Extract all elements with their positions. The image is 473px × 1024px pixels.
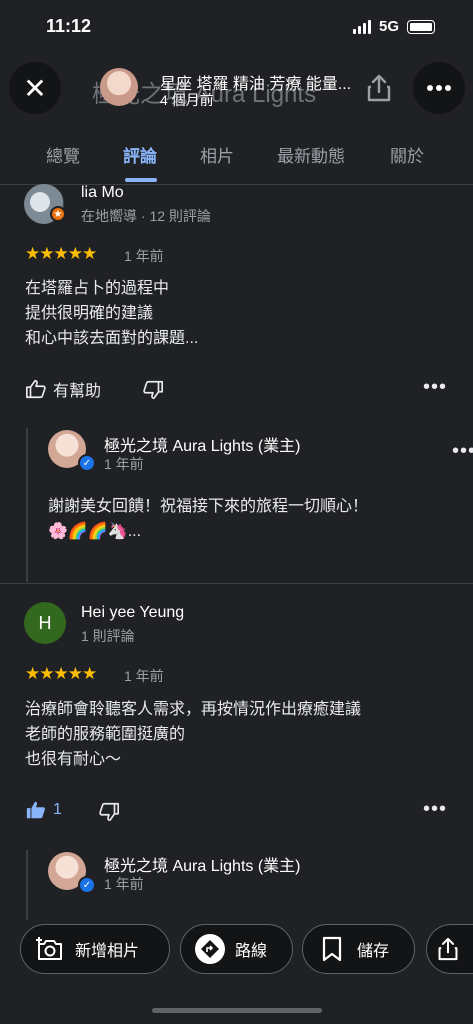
verified-check-icon: ✓ <box>78 876 96 894</box>
thumbs-down-icon[interactable] <box>98 801 120 823</box>
owner-reply-time: 1 年前 <box>104 876 144 892</box>
place-header: 極光之境 Aura Lights ✕ 星座 塔羅 精油 芳療 能量... 4 個… <box>0 56 473 120</box>
more-options-button[interactable] <box>413 62 465 114</box>
review-card: ★ lia Mo 在地嚮導 · 12 則評論 ★★★★★ 1 年前 在塔羅占卜的… <box>0 184 473 582</box>
helpful-label: 有幫助 <box>53 383 102 400</box>
add-photo-label: 新增相片 <box>75 943 140 960</box>
thumbs-up-filled-icon <box>26 801 45 819</box>
tab-photos[interactable]: 相片 <box>200 142 234 167</box>
review-line: 老師的服務範圍挺廣的 <box>25 726 186 743</box>
network-label: 5G <box>378 18 399 35</box>
review-line: 也很有耐心～ <box>25 751 122 768</box>
add-photo-button[interactable]: 新增相片 <box>20 924 170 974</box>
review-more-icon[interactable]: ••• <box>423 798 447 821</box>
tab-overview[interactable]: 總覽 <box>46 142 80 167</box>
reviewer-avatar[interactable]: H <box>24 602 66 644</box>
owner-reply-text[interactable]: 謝謝美女回饋！祝福接下來的旅程一切順心！ 🌸🌈🌈🦄... <box>48 494 368 544</box>
review-card: H Hei yee Yeung 1 則評論 ★★★★★ 1 年前 治療師會聆聽客… <box>0 600 473 920</box>
local-guide-badge-icon: ★ <box>50 206 66 222</box>
action-bar: 新增相片 路線 儲存 <box>0 920 473 980</box>
bookmark-icon <box>317 934 347 964</box>
helpful-count: 1 <box>53 801 62 818</box>
review-text[interactable]: 治療師會聆聽客人需求，再按情況作出療癒建議 老師的服務範圍挺廣的 也很有耐心～ <box>25 697 361 772</box>
place-avatar <box>100 68 138 106</box>
share-button[interactable] <box>426 924 473 974</box>
review-divider <box>0 583 473 584</box>
status-bar: 11:12 5G <box>0 0 473 56</box>
tab-updates[interactable]: 最新動態 <box>277 142 345 167</box>
review-line: 在塔羅占卜的過程中 <box>25 280 170 297</box>
star-rating: ★★★★★ <box>25 664 97 683</box>
directions-button[interactable]: 路線 <box>180 924 293 974</box>
reviewer-name[interactable]: lia Mo <box>81 184 124 202</box>
helpful-button[interactable]: 有幫助 <box>25 377 101 401</box>
more-horizontal-icon <box>427 85 451 91</box>
review-line: 提供很明確的建議 <box>25 305 154 322</box>
thumbs-up-icon <box>26 379 46 399</box>
thumbs-down-icon[interactable] <box>142 379 164 401</box>
camera-plus-icon <box>35 934 65 964</box>
tab-bar: 總覽 評論 相片 最新動態 關於 <box>0 120 473 185</box>
helpful-button[interactable]: 1 <box>25 799 62 821</box>
star-rating: ★★★★★ <box>25 244 97 263</box>
reply-line: 謝謝美女回饋！祝福接下來的旅程一切順心！ <box>48 498 369 515</box>
owner-name: 極光之境 Aura Lights (業主) <box>104 858 301 875</box>
tab-reviews[interactable]: 評論 <box>123 142 157 167</box>
home-indicator <box>152 1008 322 1013</box>
battery-icon <box>407 19 435 34</box>
status-icons: 5G <box>352 18 435 35</box>
review-time: 1 年前 <box>124 248 164 264</box>
reviewer-meta: 在地嚮導 · 12 則評論 <box>81 208 211 224</box>
signal-icon <box>352 19 371 34</box>
tab-about[interactable]: 關於 <box>390 142 424 167</box>
reply-line: 🌸🌈🌈🦄... <box>48 523 142 540</box>
review-line: 和心中該去面對的課題... <box>25 330 199 347</box>
review-line: 治療師會聆聽客人需求，再按情況作出療癒建議 <box>25 701 362 718</box>
review-text[interactable]: 在塔羅占卜的過程中 提供很明確的建議 和心中該去面對的課題... <box>25 276 198 351</box>
reviewer-name[interactable]: Hei yee Yeung <box>81 604 184 622</box>
review-time: 1 年前 <box>124 668 164 684</box>
save-label: 儲存 <box>357 943 390 960</box>
close-icon: ✕ <box>23 72 47 104</box>
reply-more-icon[interactable]: ••• <box>452 440 473 463</box>
directions-icon <box>195 934 225 964</box>
save-button[interactable]: 儲存 <box>302 924 415 974</box>
directions-label: 路線 <box>235 943 268 960</box>
verified-check-icon: ✓ <box>78 454 96 472</box>
reply-indent-line <box>26 850 28 920</box>
close-button[interactable]: ✕ <box>9 62 61 114</box>
active-tab-indicator <box>125 178 157 182</box>
review-more-icon[interactable]: ••• <box>423 376 447 399</box>
reply-indent-line <box>26 428 28 582</box>
status-time: 11:12 <box>46 16 92 36</box>
reviewer-meta: 1 則評論 <box>81 628 135 644</box>
owner-name: 極光之境 Aura Lights (業主) <box>104 438 301 455</box>
share-icon[interactable] <box>366 74 392 102</box>
place-posted-time: 4 個月前 <box>160 92 214 108</box>
owner-reply-time: 1 年前 <box>104 456 144 472</box>
share-icon <box>438 937 458 961</box>
